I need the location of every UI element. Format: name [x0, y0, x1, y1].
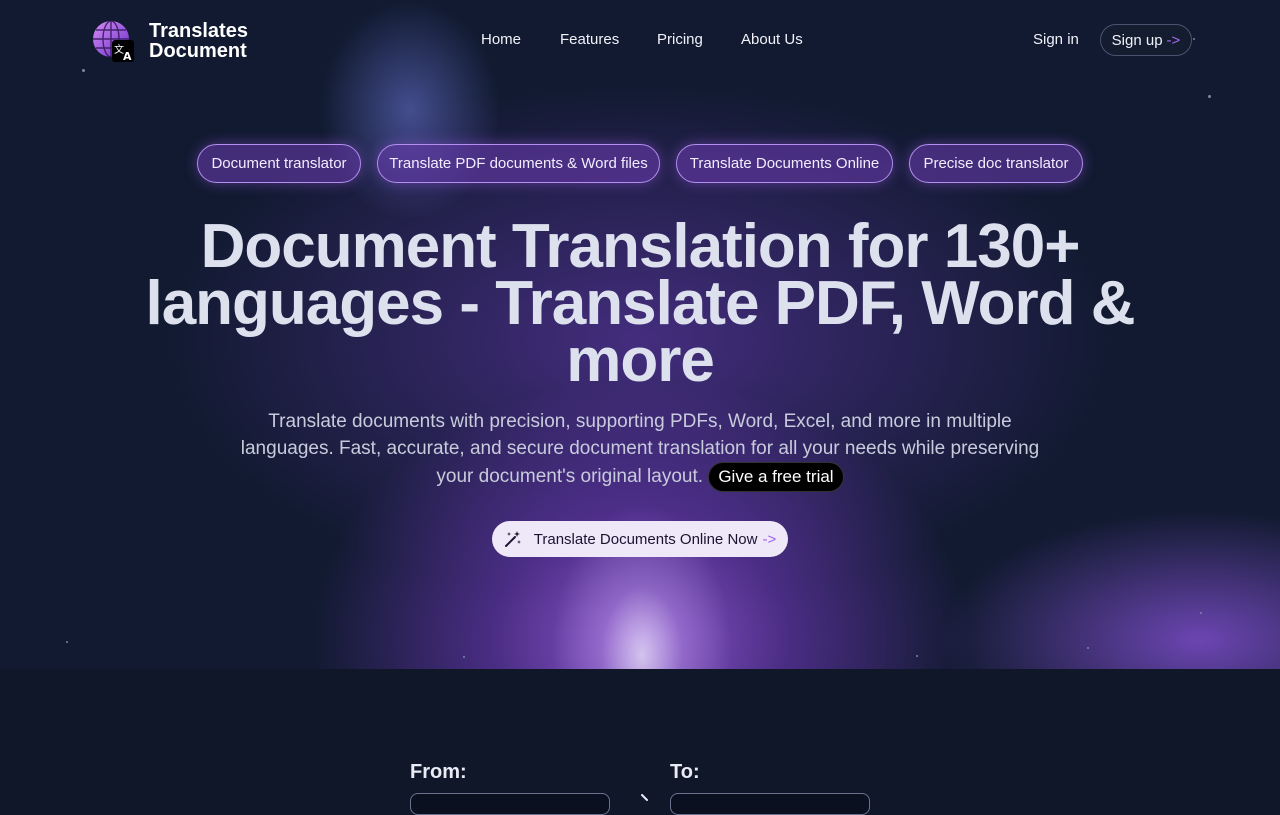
- star-dot: [1200, 612, 1202, 614]
- star-dot: [66, 641, 68, 643]
- tag-pill-translate-pdf[interactable]: Translate PDF documents & Word files: [377, 144, 660, 183]
- to-language-select[interactable]: [670, 793, 870, 815]
- nav-features[interactable]: Features: [560, 31, 619, 48]
- hero-section: 文 A Translates Document Home Features Pr…: [0, 0, 1280, 669]
- star-dot: [916, 655, 918, 657]
- star-dot: [82, 69, 85, 72]
- star-dot: [1087, 647, 1089, 649]
- star-dot: [1193, 38, 1195, 40]
- arrow-right-icon: [641, 794, 648, 801]
- signup-button[interactable]: Sign up ->: [1100, 24, 1192, 56]
- from-label: From:: [410, 761, 467, 783]
- star-dot: [1208, 95, 1211, 98]
- brand-logo[interactable]: 文 A Translates Document: [92, 20, 248, 63]
- free-trial-button[interactable]: Give a free trial: [708, 462, 844, 492]
- to-label: To:: [670, 761, 700, 783]
- translate-now-arrow: ->: [762, 530, 777, 548]
- nav-pricing[interactable]: Pricing: [657, 31, 703, 48]
- brand-name: Translates Document: [149, 21, 248, 61]
- tag-pill-document-translator[interactable]: Document translator: [197, 144, 361, 183]
- from-language-select[interactable]: [410, 793, 610, 815]
- globe-translate-icon: 文 A: [92, 20, 134, 63]
- hero-title: Document Translation for 130+ languages …: [145, 212, 1135, 395]
- tag-pill-precise[interactable]: Precise doc translator: [909, 144, 1083, 183]
- signin-link[interactable]: Sign in: [1033, 31, 1079, 48]
- hero-subtitle-text: Translate documents with precision, supp…: [240, 411, 1040, 487]
- magic-wand-icon: [504, 531, 521, 547]
- brand-line1: Translates: [149, 20, 248, 42]
- svg-text:A: A: [123, 50, 132, 62]
- translate-now-button[interactable]: Translate Documents Online Now ->: [492, 521, 788, 557]
- hero-subtitle: Translate documents with precision, supp…: [240, 408, 1040, 492]
- signup-arrow: ->: [1166, 31, 1181, 49]
- nav-about[interactable]: About Us: [741, 31, 803, 48]
- translate-now-label: Translate Documents Online Now: [533, 530, 758, 548]
- signup-label: Sign up: [1111, 31, 1163, 49]
- tag-pill-translate-online[interactable]: Translate Documents Online: [676, 144, 893, 183]
- brand-line2: Document: [149, 40, 247, 62]
- nav-home[interactable]: Home: [481, 31, 521, 48]
- star-dot: [463, 656, 465, 658]
